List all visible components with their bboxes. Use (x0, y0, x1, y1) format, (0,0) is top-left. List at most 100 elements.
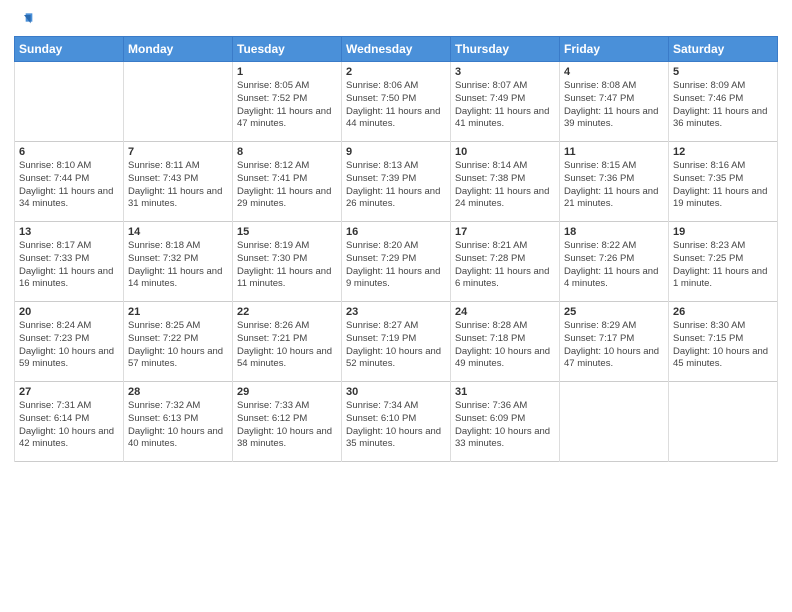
calendar-cell (669, 382, 778, 462)
calendar-cell: 16 Sunrise: 8:20 AMSunset: 7:29 PMDayligh… (342, 222, 451, 302)
day-number: 20 (19, 306, 119, 318)
header (14, 10, 778, 30)
day-number: 4 (564, 66, 664, 78)
day-number: 26 (673, 306, 773, 318)
day-number: 27 (19, 386, 119, 398)
day-number: 3 (455, 66, 555, 78)
day-info: Sunrise: 8:30 AMSunset: 7:15 PMDaylight:… (673, 320, 773, 371)
day-info: Sunrise: 8:19 AMSunset: 7:30 PMDaylight:… (237, 240, 337, 291)
day-info: Sunrise: 8:07 AMSunset: 7:49 PMDaylight:… (455, 80, 555, 131)
calendar-cell (15, 62, 124, 142)
calendar-cell: 28 Sunrise: 7:32 AMSunset: 6:13 PMDayligh… (124, 382, 233, 462)
day-info: Sunrise: 7:36 AMSunset: 6:09 PMDaylight:… (455, 400, 555, 451)
day-info: Sunrise: 8:17 AMSunset: 7:33 PMDaylight:… (19, 240, 119, 291)
day-number: 13 (19, 226, 119, 238)
day-info: Sunrise: 8:08 AMSunset: 7:47 PMDaylight:… (564, 80, 664, 131)
day-number: 31 (455, 386, 555, 398)
weekday-header-saturday: Saturday (669, 37, 778, 62)
day-info: Sunrise: 7:32 AMSunset: 6:13 PMDaylight:… (128, 400, 228, 451)
day-number: 10 (455, 146, 555, 158)
calendar-cell: 9Sunrise: 8:13 AMSunset: 7:39 PMDaylight… (342, 142, 451, 222)
calendar-cell: 18 Sunrise: 8:22 AMSunset: 7:26 PMDayligh… (560, 222, 669, 302)
calendar-cell: 19 Sunrise: 8:23 AMSunset: 7:25 PMDayligh… (669, 222, 778, 302)
logo-icon (14, 10, 34, 30)
day-info: Sunrise: 8:15 AMSunset: 7:36 PMDaylight:… (564, 160, 664, 211)
calendar-cell (560, 382, 669, 462)
day-number: 28 (128, 386, 228, 398)
week-row-2: 13 Sunrise: 8:17 AMSunset: 7:33 PMDayligh… (15, 222, 778, 302)
calendar-cell: 10 Sunrise: 8:14 AMSunset: 7:38 PMDayligh… (451, 142, 560, 222)
calendar-cell: 6 Sunrise: 8:10 AMSunset: 7:44 PMDaylight… (15, 142, 124, 222)
calendar-table: SundayMondayTuesdayWednesdayThursdayFrid… (14, 36, 778, 462)
day-info: Sunrise: 7:31 AMSunset: 6:14 PMDaylight:… (19, 400, 119, 451)
day-info: Sunrise: 8:23 AMSunset: 7:25 PMDaylight:… (673, 240, 773, 291)
day-number: 11 (564, 146, 664, 158)
day-number: 8 (237, 146, 337, 158)
calendar-cell: 1 Sunrise: 8:05 AMSunset: 7:52 PMDaylight… (233, 62, 342, 142)
weekday-header-sunday: Sunday (15, 37, 124, 62)
day-info: Sunrise: 8:14 AMSunset: 7:38 PMDaylight:… (455, 160, 555, 211)
calendar-cell: 13 Sunrise: 8:17 AMSunset: 7:33 PMDayligh… (15, 222, 124, 302)
calendar-cell: 20 Sunrise: 8:24 AMSunset: 7:23 PMDayligh… (15, 302, 124, 382)
day-number: 14 (128, 226, 228, 238)
day-info: Sunrise: 8:28 AMSunset: 7:18 PMDaylight:… (455, 320, 555, 371)
calendar-cell: 8 Sunrise: 8:12 AMSunset: 7:41 PMDaylight… (233, 142, 342, 222)
day-info: Sunrise: 8:13 AMSunset: 7:39 PMDaylight:… (346, 160, 446, 211)
week-row-4: 27 Sunrise: 7:31 AMSunset: 6:14 PMDayligh… (15, 382, 778, 462)
day-number: 18 (564, 226, 664, 238)
day-number: 7 (128, 146, 228, 158)
calendar-cell: 4 Sunrise: 8:08 AMSunset: 7:47 PMDaylight… (560, 62, 669, 142)
calendar-cell: 30Sunrise: 7:34 AMSunset: 6:10 PMDayligh… (342, 382, 451, 462)
weekday-header-wednesday: Wednesday (342, 37, 451, 62)
day-number: 30 (346, 386, 446, 398)
day-number: 19 (673, 226, 773, 238)
day-info: Sunrise: 8:18 AMSunset: 7:32 PMDaylight:… (128, 240, 228, 291)
day-number: 16 (346, 226, 446, 238)
calendar-cell: 14 Sunrise: 8:18 AMSunset: 7:32 PMDayligh… (124, 222, 233, 302)
calendar-cell: 2 Sunrise: 8:06 AMSunset: 7:50 PMDaylight… (342, 62, 451, 142)
week-row-0: 1 Sunrise: 8:05 AMSunset: 7:52 PMDaylight… (15, 62, 778, 142)
week-row-1: 6 Sunrise: 8:10 AMSunset: 7:44 PMDaylight… (15, 142, 778, 222)
day-number: 5 (673, 66, 773, 78)
calendar-cell: 21 Sunrise: 8:25 AMSunset: 7:22 PMDayligh… (124, 302, 233, 382)
calendar-cell: 5 Sunrise: 8:09 AMSunset: 7:46 PMDaylight… (669, 62, 778, 142)
weekday-header-friday: Friday (560, 37, 669, 62)
calendar-cell: 23Sunrise: 8:27 AMSunset: 7:19 PMDayligh… (342, 302, 451, 382)
day-number: 21 (128, 306, 228, 318)
calendar-cell: 27 Sunrise: 7:31 AMSunset: 6:14 PMDayligh… (15, 382, 124, 462)
day-number: 25 (564, 306, 664, 318)
calendar-cell: 7 Sunrise: 8:11 AMSunset: 7:43 PMDaylight… (124, 142, 233, 222)
weekday-header-thursday: Thursday (451, 37, 560, 62)
calendar-cell: 15Sunrise: 8:19 AMSunset: 7:30 PMDayligh… (233, 222, 342, 302)
day-number: 29 (237, 386, 337, 398)
weekday-header-tuesday: Tuesday (233, 37, 342, 62)
weekday-header-monday: Monday (124, 37, 233, 62)
calendar-cell: 11 Sunrise: 8:15 AMSunset: 7:36 PMDayligh… (560, 142, 669, 222)
day-info: Sunrise: 8:09 AMSunset: 7:46 PMDaylight:… (673, 80, 773, 131)
day-info: Sunrise: 8:12 AMSunset: 7:41 PMDaylight:… (237, 160, 337, 211)
calendar-cell: 25 Sunrise: 8:29 AMSunset: 7:17 PMDayligh… (560, 302, 669, 382)
day-info: Sunrise: 8:20 AMSunset: 7:29 PMDaylight:… (346, 240, 446, 291)
day-info: Sunrise: 8:21 AMSunset: 7:28 PMDaylight:… (455, 240, 555, 291)
day-number: 1 (237, 66, 337, 78)
day-info: Sunrise: 8:10 AMSunset: 7:44 PMDaylight:… (19, 160, 119, 211)
day-info: Sunrise: 8:25 AMSunset: 7:22 PMDaylight:… (128, 320, 228, 371)
day-info: Sunrise: 8:24 AMSunset: 7:23 PMDaylight:… (19, 320, 119, 371)
calendar-cell: 12Sunrise: 8:16 AMSunset: 7:35 PMDayligh… (669, 142, 778, 222)
calendar-cell: 26 Sunrise: 8:30 AMSunset: 7:15 PMDayligh… (669, 302, 778, 382)
calendar-cell: 22Sunrise: 8:26 AMSunset: 7:21 PMDayligh… (233, 302, 342, 382)
day-info: Sunrise: 8:22 AMSunset: 7:26 PMDaylight:… (564, 240, 664, 291)
day-info: Sunrise: 8:11 AMSunset: 7:43 PMDaylight:… (128, 160, 228, 211)
day-number: 2 (346, 66, 446, 78)
logo (14, 10, 36, 30)
day-number: 24 (455, 306, 555, 318)
week-row-3: 20 Sunrise: 8:24 AMSunset: 7:23 PMDayligh… (15, 302, 778, 382)
day-number: 6 (19, 146, 119, 158)
day-info: Sunrise: 8:06 AMSunset: 7:50 PMDaylight:… (346, 80, 446, 131)
day-info: Sunrise: 7:33 AMSunset: 6:12 PMDaylight:… (237, 400, 337, 451)
day-number: 17 (455, 226, 555, 238)
day-info: Sunrise: 8:05 AMSunset: 7:52 PMDaylight:… (237, 80, 337, 131)
day-info: Sunrise: 8:29 AMSunset: 7:17 PMDaylight:… (564, 320, 664, 371)
calendar-cell: 24 Sunrise: 8:28 AMSunset: 7:18 PMDayligh… (451, 302, 560, 382)
day-info: Sunrise: 8:27 AMSunset: 7:19 PMDaylight:… (346, 320, 446, 371)
